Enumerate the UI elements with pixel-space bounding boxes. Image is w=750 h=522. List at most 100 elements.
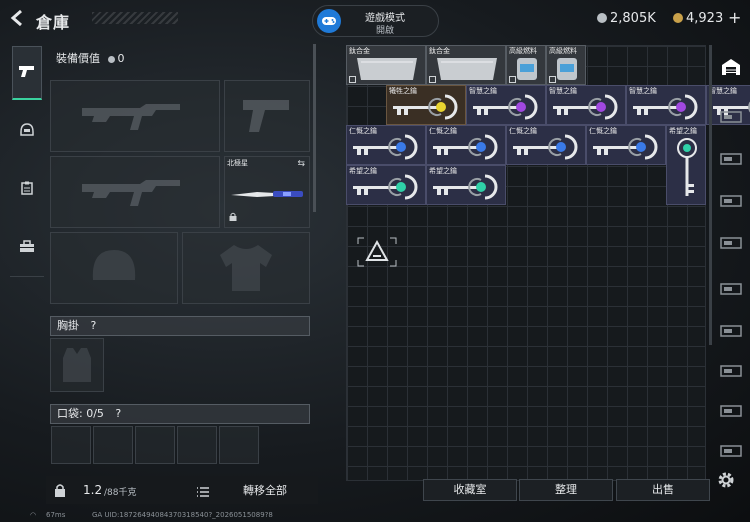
storage-tab-case[interactable] [712, 394, 750, 428]
pocket-help-button[interactable]: ? [115, 407, 121, 420]
rail-divider [10, 276, 44, 277]
chest-rig-header: 胸掛 ? [50, 316, 310, 336]
secondary-weapon-slot[interactable] [50, 156, 220, 228]
clipboard-icon [21, 180, 33, 199]
case-icon [720, 322, 742, 341]
rail-tab-armor[interactable] [12, 104, 42, 158]
rail-tab-weapons[interactable] [12, 46, 42, 100]
top-bar: 倉庫 遊戲模式 開啟 2,805K 4,923 + [0, 0, 750, 38]
pocket-slot[interactable] [219, 426, 259, 464]
storage-tab-main[interactable] [712, 52, 750, 86]
fuel-item[interactable]: 高級燃料 [546, 45, 586, 85]
lock-icon[interactable] [54, 482, 66, 501]
add-currency-button[interactable]: + [728, 8, 741, 27]
mode-title: 遊戲模式 [365, 13, 405, 24]
key-icon [677, 138, 697, 196]
storage-tab-case[interactable] [712, 142, 750, 176]
vest-silhouette-icon [63, 348, 91, 382]
equipment-scrollbar[interactable] [313, 44, 316, 212]
pistol-icon [18, 63, 36, 82]
key-item[interactable]: 犧牲之鑰 [386, 85, 466, 125]
sidearm-slot[interactable] [224, 80, 310, 152]
key-icon [593, 134, 658, 160]
key-item[interactable]: 希望之鑰 [426, 165, 506, 205]
helmet-slot[interactable] [50, 232, 178, 304]
pocket-slot[interactable] [135, 426, 175, 464]
back-arrow-icon[interactable] [8, 8, 28, 30]
key-item[interactable]: 智慧之鑰 [626, 85, 706, 125]
key-icon [353, 174, 418, 200]
storage-tab-case[interactable] [712, 272, 750, 306]
case-icon [720, 234, 742, 253]
storage-tab-case[interactable] [712, 184, 750, 218]
item-art [667, 126, 705, 204]
pocket-slot[interactable] [93, 426, 133, 464]
game-mode-toggle[interactable]: 遊戲模式 開啟 [312, 5, 439, 37]
sell-button[interactable]: 出售 [616, 479, 710, 501]
ingot-icon [357, 58, 417, 80]
rail-tab-tasks[interactable] [12, 162, 42, 216]
case-icon [720, 442, 742, 461]
key-item[interactable]: 仁慨之鑰 [426, 125, 506, 165]
transfer-all-button[interactable]: 轉移全部 [243, 482, 287, 498]
key-item[interactable]: 希望之鑰 [346, 165, 426, 205]
key-item[interactable]: 智慧之鑰 [466, 85, 546, 125]
item-art [467, 86, 545, 124]
equipment-value: 裝備價值 0 [56, 50, 125, 66]
ingot-item[interactable]: 鈦合金 [426, 45, 506, 85]
case-icon [720, 150, 742, 169]
chest-rig-help-button[interactable]: ? [91, 319, 97, 332]
knife-icon [231, 191, 303, 197]
storage-items: 鈦合金 鈦合金 高級燃料 高級燃料 犧牲之鑰 智慧之鑰 智慧之鑰 智慧之鑰 智慧之鑰 仁慨之鑰 仁慨… [346, 45, 750, 205]
silver-coin-icon [597, 13, 607, 23]
wifi-icon: ◠ [30, 511, 37, 519]
body-armor-slot[interactable] [182, 232, 310, 304]
list-icon [196, 483, 210, 502]
status-bar: ◠ 67ms GA UID:18726494084370318540?_2026… [0, 510, 750, 522]
key-item[interactable]: 仁慨之鑰 [506, 125, 586, 165]
silver-amount: 2,805K [610, 11, 656, 26]
equipment-footer: 1.2 /88千克 轉移全部 [46, 476, 318, 504]
storage-tab-case[interactable] [712, 314, 750, 348]
key-item[interactable]: 仁慨之鑰 [586, 125, 666, 165]
gold-amount: 4,923 [686, 11, 724, 26]
bound-marker-icon [429, 76, 436, 83]
rail-tab-tools[interactable] [12, 220, 42, 274]
gear-icon[interactable] [716, 470, 736, 494]
storage-tab-case[interactable] [712, 100, 750, 134]
storage-tab-case[interactable] [712, 354, 750, 388]
fuel-item[interactable]: 高級燃料 [506, 45, 546, 85]
warning-triangle-icon [357, 237, 397, 267]
key-item[interactable]: 智慧之鑰 [546, 85, 626, 125]
equipment-value-amount: 0 [117, 52, 125, 65]
item-art [627, 86, 705, 124]
storage-tab-case[interactable] [712, 226, 750, 260]
vault-button[interactable]: 收藏室 [423, 479, 517, 501]
ingot-item[interactable]: 鈦合金 [346, 45, 426, 85]
key-icon [473, 94, 538, 120]
shirt-silhouette-icon [220, 245, 272, 291]
helmet-silhouette-icon [92, 250, 136, 280]
pocket-slot[interactable] [177, 426, 217, 464]
pocket-label: 口袋: [57, 407, 83, 420]
pistol-silhouette-icon [243, 100, 289, 132]
swap-icon[interactable]: ⇆ [297, 159, 305, 169]
sort-button[interactable]: 整理 [519, 479, 613, 501]
melee-slot[interactable]: 北極星 ⇆ [224, 156, 310, 228]
key-icon [553, 94, 618, 120]
key-item[interactable]: 希望之鑰 [666, 125, 706, 205]
weight-current: 1.2 [83, 483, 103, 497]
key-icon [353, 134, 418, 160]
primary-weapon-slot[interactable] [50, 80, 220, 152]
storage-tab-case[interactable] [712, 434, 750, 468]
item-art [387, 86, 465, 124]
case-icon [720, 108, 742, 127]
chest-rig-slot[interactable] [50, 338, 104, 392]
key-icon [393, 94, 458, 120]
melee-slot-tag: 北極星 [227, 159, 248, 167]
key-item[interactable]: 仁慨之鑰 [346, 125, 426, 165]
item-art [427, 46, 505, 84]
item-art [347, 46, 425, 84]
pocket-slot[interactable] [51, 426, 91, 464]
key-icon [433, 134, 498, 160]
